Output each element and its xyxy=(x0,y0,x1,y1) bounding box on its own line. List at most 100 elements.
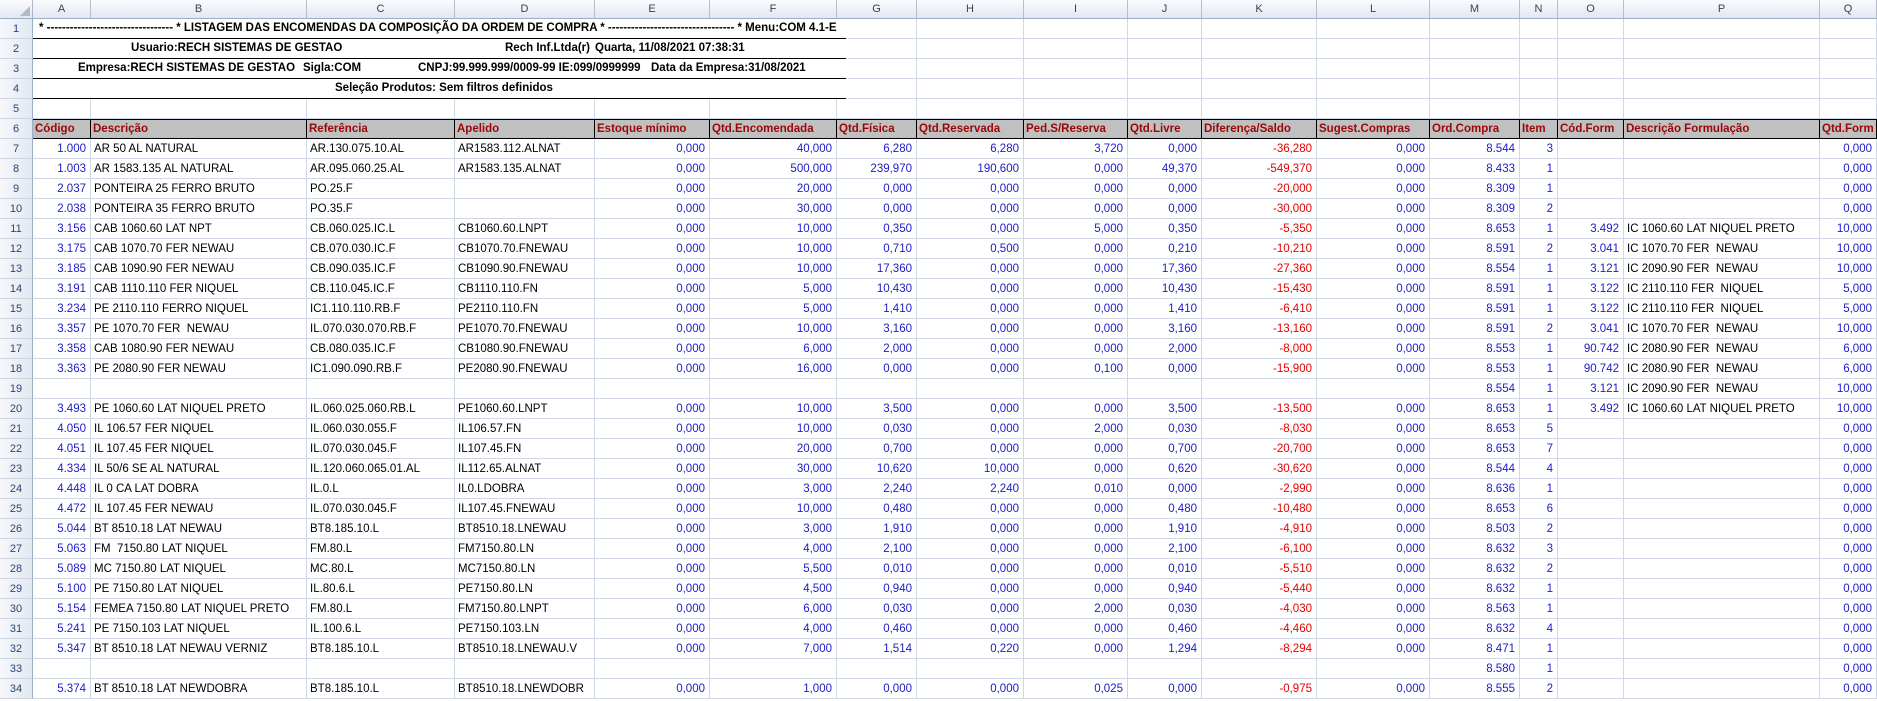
grid-cell[interactable] xyxy=(1128,39,1202,59)
cell-A27[interactable]: 5.063 xyxy=(33,539,91,559)
column-header-L[interactable]: L xyxy=(1317,0,1430,18)
cell-F25[interactable]: 10,000 xyxy=(710,499,837,519)
cell-K11[interactable]: -5,350 xyxy=(1202,219,1317,239)
cell-I24[interactable]: 0,010 xyxy=(1024,479,1128,499)
cell-P21[interactable] xyxy=(1624,419,1820,439)
cell-M15[interactable]: 8.591 xyxy=(1430,299,1520,319)
cell-M31[interactable]: 8.632 xyxy=(1430,619,1520,639)
row-header-24[interactable]: 24 xyxy=(0,479,33,499)
cell-O11[interactable]: 3.492 xyxy=(1558,219,1624,239)
cell-P34[interactable] xyxy=(1624,679,1820,699)
cell-P10[interactable] xyxy=(1624,199,1820,219)
row-header-3[interactable]: 3 xyxy=(0,59,33,79)
cell-A22[interactable]: 4.051 xyxy=(33,439,91,459)
grid-cell[interactable] xyxy=(917,19,1024,39)
cell-O31[interactable] xyxy=(1558,619,1624,639)
cell-Q12[interactable]: 10,000 xyxy=(1820,239,1877,259)
cell-O23[interactable] xyxy=(1558,459,1624,479)
cell-M27[interactable]: 8.632 xyxy=(1430,539,1520,559)
column-header-O[interactable]: O xyxy=(1558,0,1624,18)
cell-O7[interactable] xyxy=(1558,139,1624,159)
cell-G21[interactable]: 0,030 xyxy=(837,419,917,439)
cell-K26[interactable]: -4,910 xyxy=(1202,519,1317,539)
cell-N31[interactable]: 4 xyxy=(1520,619,1558,639)
cell-E10[interactable]: 0,000 xyxy=(595,199,710,219)
cell-I22[interactable]: 0,000 xyxy=(1024,439,1128,459)
cell-L11[interactable]: 0,000 xyxy=(1317,219,1430,239)
cell-Q19[interactable]: 10,000 xyxy=(1820,379,1877,399)
cell-M34[interactable]: 8.555 xyxy=(1430,679,1520,699)
cell-K16[interactable]: -13,160 xyxy=(1202,319,1317,339)
cell-A31[interactable]: 5.241 xyxy=(33,619,91,639)
cell-G34[interactable]: 0,000 xyxy=(837,679,917,699)
column-title-B[interactable]: Descrição xyxy=(91,119,307,139)
cell-H28[interactable]: 0,000 xyxy=(917,559,1024,579)
select-all-corner[interactable] xyxy=(0,0,33,18)
cell-H17[interactable]: 0,000 xyxy=(917,339,1024,359)
cell-L32[interactable]: 0,000 xyxy=(1317,639,1430,659)
grid-cell[interactable] xyxy=(846,39,917,59)
cell-G26[interactable]: 1,910 xyxy=(837,519,917,539)
cell-C20[interactable]: IL.060.025.060.RB.L xyxy=(307,399,455,419)
cell-E15[interactable]: 0,000 xyxy=(595,299,710,319)
cell-F13[interactable]: 10,000 xyxy=(710,259,837,279)
column-title-H[interactable]: Qtd.Reservada xyxy=(917,119,1024,139)
cell-I21[interactable]: 2,000 xyxy=(1024,419,1128,439)
cell-M11[interactable]: 8.653 xyxy=(1430,219,1520,239)
cell-O20[interactable]: 3.492 xyxy=(1558,399,1624,419)
cell-O30[interactable] xyxy=(1558,599,1624,619)
cell-N33[interactable]: 1 xyxy=(1520,659,1558,679)
cell-L7[interactable]: 0,000 xyxy=(1317,139,1430,159)
grid-cell[interactable] xyxy=(1128,99,1202,119)
row-header-26[interactable]: 26 xyxy=(0,519,33,539)
grid-cell[interactable] xyxy=(1820,59,1877,79)
cell-L31[interactable]: 0,000 xyxy=(1317,619,1430,639)
cell-E13[interactable]: 0,000 xyxy=(595,259,710,279)
cell-C12[interactable]: CB.070.030.IC.F xyxy=(307,239,455,259)
column-title-G[interactable]: Qtd.Física xyxy=(837,119,917,139)
cell-F23[interactable]: 30,000 xyxy=(710,459,837,479)
cell-L29[interactable]: 0,000 xyxy=(1317,579,1430,599)
cell-H26[interactable]: 0,000 xyxy=(917,519,1024,539)
cell-F29[interactable]: 4,500 xyxy=(710,579,837,599)
cell-I26[interactable]: 0,000 xyxy=(1024,519,1128,539)
cell-F24[interactable]: 3,000 xyxy=(710,479,837,499)
row-header-32[interactable]: 32 xyxy=(0,639,33,659)
cell-I7[interactable]: 3,720 xyxy=(1024,139,1128,159)
cell-C30[interactable]: FM.80.L xyxy=(307,599,455,619)
grid-cell[interactable] xyxy=(1820,39,1877,59)
cell-O28[interactable] xyxy=(1558,559,1624,579)
cell-N7[interactable]: 3 xyxy=(1520,139,1558,159)
cell-H32[interactable]: 0,220 xyxy=(917,639,1024,659)
cell-F33[interactable] xyxy=(710,659,837,679)
cell-E19[interactable] xyxy=(595,379,710,399)
cell-B32[interactable]: BT 8510.18 LAT NEWAU VERNIZ xyxy=(91,639,307,659)
cell-O12[interactable]: 3.041 xyxy=(1558,239,1624,259)
grid-cell[interactable] xyxy=(1820,79,1877,99)
grid-cell[interactable] xyxy=(1624,99,1820,119)
grid-cell[interactable] xyxy=(1624,59,1820,79)
grid-cell[interactable] xyxy=(1430,79,1520,99)
cell-P33[interactable] xyxy=(1624,659,1820,679)
cell-B15[interactable]: PE 2110.110 FERRO NIQUEL xyxy=(91,299,307,319)
cell-G28[interactable]: 0,010 xyxy=(837,559,917,579)
cell-C17[interactable]: CB.080.035.IC.F xyxy=(307,339,455,359)
cell-G19[interactable] xyxy=(837,379,917,399)
column-title-Q[interactable]: Qtd.Form xyxy=(1820,119,1877,139)
cell-B33[interactable] xyxy=(91,659,307,679)
cell-G30[interactable]: 0,030 xyxy=(837,599,917,619)
grid-cell[interactable] xyxy=(1128,19,1202,39)
cell-H22[interactable]: 0,000 xyxy=(917,439,1024,459)
cell-M22[interactable]: 8.653 xyxy=(1430,439,1520,459)
cell-K7[interactable]: -36,280 xyxy=(1202,139,1317,159)
cell-L13[interactable]: 0,000 xyxy=(1317,259,1430,279)
column-header-G[interactable]: G xyxy=(837,0,917,18)
grid-cell[interactable] xyxy=(1202,39,1317,59)
column-header-F[interactable]: F xyxy=(710,0,837,18)
cell-A21[interactable]: 4.050 xyxy=(33,419,91,439)
cell-P24[interactable] xyxy=(1624,479,1820,499)
cell-C10[interactable]: PO.35.F xyxy=(307,199,455,219)
cell-O19[interactable]: 3.121 xyxy=(1558,379,1624,399)
cell-I23[interactable]: 0,000 xyxy=(1024,459,1128,479)
cell-D28[interactable]: MC7150.80.LN xyxy=(455,559,595,579)
